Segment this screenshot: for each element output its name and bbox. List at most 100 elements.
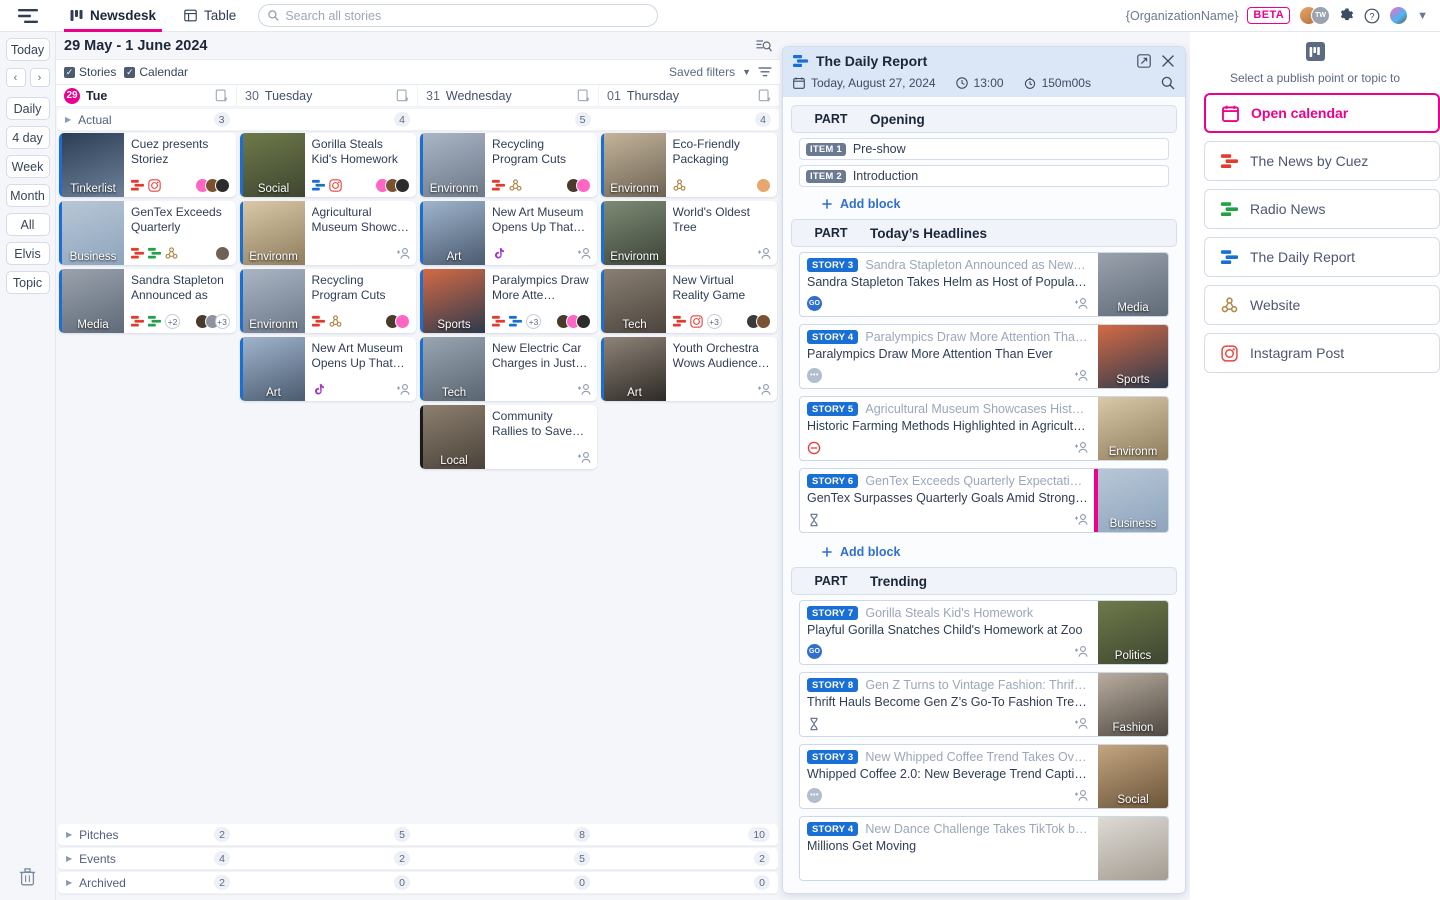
add-person-icon[interactable] [577, 451, 591, 464]
next-period-button[interactable]: › [29, 68, 50, 87]
tab-table[interactable]: Table [170, 0, 250, 32]
saved-filters-dropdown[interactable]: Saved filters [669, 65, 735, 79]
rundown-story-row[interactable]: STORY 5 Agricultural Museum Showcases His… [799, 396, 1169, 461]
add-person-icon[interactable] [577, 247, 591, 260]
group-cell[interactable]: 2 [238, 848, 418, 869]
publish-point-open-calendar[interactable]: Open calendar [1204, 93, 1440, 133]
group-cell[interactable]: 0 [418, 872, 598, 893]
gear-icon[interactable] [1339, 8, 1355, 24]
chevron-right-icon[interactable]: ▶ [66, 878, 72, 887]
publish-point-the-news-by-cuez[interactable]: The News by Cuez [1204, 141, 1440, 181]
view-topic[interactable]: Topic [5, 271, 50, 294]
group-cell[interactable]: 5 [418, 109, 599, 130]
story-card[interactable]: Tinkerlist Cuez presents Storiez [59, 133, 236, 197]
rundown-story-row[interactable]: STORY 7 Gorilla Steals Kid's Homework Play… [799, 600, 1169, 665]
rundown-search-icon[interactable] [1161, 76, 1175, 90]
publish-point-instagram-post[interactable]: Instagram Post [1204, 333, 1440, 373]
rundown-story-row[interactable]: STORY 8 Gen Z Turns to Vintage Fashion: T… [799, 672, 1169, 737]
group-cell[interactable]: 5 [418, 848, 598, 869]
add-block-button[interactable]: Add block [791, 888, 1177, 893]
prev-period-button[interactable]: ‹ [5, 68, 26, 87]
story-card[interactable]: Environm World's Oldest Tree Discovered… [600, 201, 777, 265]
day-column-header[interactable]: 01 Thursday [599, 85, 780, 106]
group-row-pitches[interactable]: ▶ Pitches 2 5 8 10 [58, 824, 778, 846]
group-cell[interactable]: 4 [238, 109, 419, 130]
publish-point-radio-news[interactable]: Radio News [1204, 189, 1440, 229]
add-block-button[interactable]: Add block [791, 540, 1177, 567]
today-button[interactable]: Today [5, 38, 50, 61]
story-card[interactable]: Business GenTex Exceeds Quarterly Expect… [59, 201, 236, 265]
story-card[interactable]: Tech New Virtual Reality Game Te… +3 [600, 269, 777, 333]
story-card[interactable]: MediaSandra Stapleton Announced as N…+2+… [59, 269, 236, 333]
add-person-icon[interactable] [1075, 369, 1088, 382]
story-card[interactable]: Art New Art Museum Opens Up That… [420, 201, 597, 265]
story-card[interactable]: Environm Eco-Friendly Packaging Revo… [600, 133, 777, 197]
rundown-item[interactable]: ITEM 2 Introduction [799, 165, 1169, 187]
board-icon[interactable] [1305, 42, 1325, 61]
trash-icon[interactable] [19, 868, 36, 886]
chevron-down-icon[interactable]: ▼ [742, 67, 751, 77]
add-person-icon[interactable] [397, 383, 410, 396]
group-cell[interactable]: 0 [598, 872, 778, 893]
hamburger-icon[interactable] [0, 8, 56, 24]
group-cell[interactable]: ▶ Events 4 [58, 848, 238, 869]
filter-calendar-checkbox[interactable]: ✓ Calendar [124, 65, 188, 79]
add-person-icon[interactable] [1075, 513, 1088, 526]
chevron-right-icon[interactable]: ▶ [65, 115, 71, 124]
close-icon[interactable] [1161, 54, 1175, 68]
search-bar[interactable] [258, 4, 659, 27]
add-block-button[interactable]: Add block [791, 192, 1177, 219]
story-card[interactable]: Art New Art Museum Opens Up That… [239, 337, 416, 401]
group-cell[interactable]: 2 [598, 848, 778, 869]
rundown-story-row[interactable]: STORY 4 New Dance Challenge Takes TikTok … [799, 816, 1169, 881]
group-cell[interactable]: ▶ Archived 2 [58, 872, 238, 893]
rundown-story-row[interactable]: STORY 6 GenTex Exceeds Quarterly Expectat… [799, 468, 1169, 533]
group-cell[interactable]: ▶ Pitches 2 [58, 824, 238, 845]
add-person-icon[interactable] [1075, 717, 1088, 730]
filter-stories-checkbox[interactable]: ✓ Stories [64, 65, 116, 79]
rundown-story-row[interactable]: STORY 3 Sandra Stapleton Announced as New… [799, 252, 1169, 317]
view-4day[interactable]: 4 day [5, 126, 50, 149]
add-person-icon[interactable] [1075, 645, 1088, 658]
view-month[interactable]: Month [5, 184, 50, 207]
add-person-icon[interactable] [758, 247, 771, 260]
view-daily[interactable]: Daily [5, 97, 50, 120]
group-cell[interactable]: 8 [418, 824, 598, 845]
search-list-icon[interactable] [756, 39, 772, 53]
add-person-icon[interactable] [1075, 297, 1088, 310]
add-person-icon[interactable] [1075, 789, 1088, 802]
help-icon[interactable]: ? [1364, 8, 1380, 24]
collaborator-avatars[interactable]: TW [1299, 6, 1331, 25]
group-row-actual[interactable]: ▶ Actual 3 4 5 4 [57, 109, 779, 131]
part-header[interactable]: PART Today’s Headlines [791, 219, 1177, 247]
story-card[interactable]: Social Gorilla Steals Kid's Homework [239, 133, 416, 197]
story-card[interactable]: Art Youth Orchestra Wows Audience… [600, 337, 777, 401]
group-cell[interactable]: ▶ Actual 3 [57, 109, 238, 130]
group-cell[interactable]: 10 [598, 824, 778, 845]
story-card[interactable]: Environm Recycling Program Cuts W… [420, 133, 597, 197]
avatar[interactable] [1389, 6, 1409, 25]
chevron-right-icon[interactable]: ▶ [66, 830, 72, 839]
story-card[interactable]: Local Community Rallies to Save… [420, 405, 597, 469]
group-cell[interactable]: 0 [238, 872, 418, 893]
group-row-archived[interactable]: ▶ Archived 2 0 0 0 [58, 872, 778, 894]
publish-point-website[interactable]: Website [1204, 285, 1440, 325]
tab-newsdesk[interactable]: Newsdesk [56, 0, 170, 32]
story-card[interactable]: Tech New Electric Car Charges in Just… [420, 337, 597, 401]
add-person-icon[interactable] [397, 247, 410, 260]
add-story-icon[interactable] [215, 89, 228, 102]
group-cell[interactable]: 5 [238, 824, 418, 845]
chevron-right-icon[interactable]: ▶ [66, 854, 72, 863]
add-person-icon[interactable] [758, 383, 771, 396]
day-column-header[interactable]: 29 Tue [56, 85, 237, 106]
rundown-story-row[interactable]: STORY 3 New Whipped Coffee Trend Takes Ov… [799, 744, 1169, 809]
part-header[interactable]: PART Opening [791, 105, 1177, 133]
rundown-story-row[interactable]: STORY 4 Paralympics Draw More Attention T… [799, 324, 1169, 389]
chevron-down-icon[interactable]: ▼ [1417, 10, 1428, 22]
filter-icon[interactable] [758, 66, 772, 78]
add-story-icon[interactable] [396, 89, 409, 102]
part-header[interactable]: PART Trending [791, 567, 1177, 595]
view-week[interactable]: Week [5, 155, 50, 178]
search-input[interactable] [285, 8, 649, 23]
view-all[interactable]: All [5, 213, 50, 236]
